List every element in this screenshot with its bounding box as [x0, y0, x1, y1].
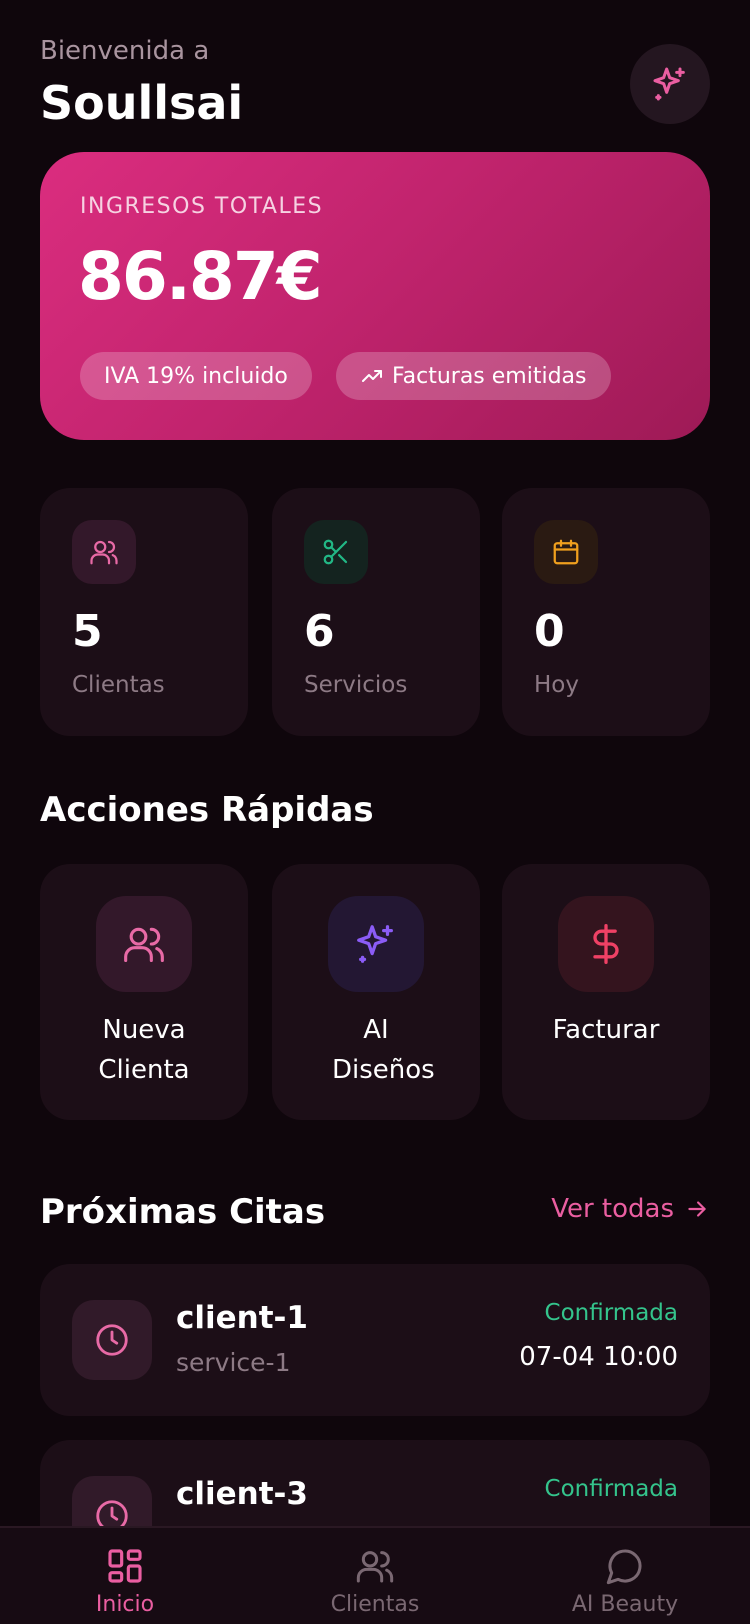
- sparkles-icon: [653, 67, 685, 101]
- users-icon: [90, 540, 118, 565]
- grid-icon: [108, 1549, 142, 1583]
- stat-icon-box: [304, 520, 368, 584]
- appointment-icon-box: [72, 1300, 152, 1380]
- nav-item-ai-beauty[interactable]: AI Beauty: [500, 1546, 750, 1617]
- nav-label: Inicio: [95, 1592, 155, 1617]
- scissors-icon: [323, 539, 348, 565]
- stat-label: Clientas: [72, 672, 165, 698]
- ai-sparkle-button[interactable]: [630, 44, 710, 124]
- nav-label: Clientas: [330, 1592, 420, 1617]
- brand-title: Soullsai: [40, 76, 244, 130]
- appointment-client: client-3: [176, 1476, 308, 1512]
- stat-value: 6: [304, 606, 335, 657]
- arrow-right-icon: [688, 1201, 706, 1217]
- stat-icon-box: [72, 520, 136, 584]
- new-client-action[interactable]: Nueva Clienta: [40, 864, 248, 1120]
- invoices-pill: Facturas emitidas: [336, 352, 611, 400]
- stat-value: 0: [534, 606, 565, 657]
- greeting-text: Bienvenida a: [40, 36, 210, 66]
- nav-item-home[interactable]: Inicio: [0, 1546, 250, 1617]
- action-label: Facturar: [552, 1015, 660, 1045]
- appointment-status: Confirmada: [544, 1476, 678, 1502]
- invoices-pill-label: Facturas emitidas: [392, 363, 587, 389]
- total-income-card: INGRESOS TOTALES 86.87€ IVA 19% incluido…: [40, 152, 710, 440]
- users-icon: [124, 927, 164, 963]
- stat-card-services[interactable]: 6 Servicios: [272, 488, 480, 736]
- trending-up-icon: [362, 370, 382, 382]
- invoice-action[interactable]: Facturar: [502, 864, 710, 1120]
- vat-pill-label: IVA 19% incluido: [104, 363, 288, 389]
- action-icon-box: [96, 896, 192, 992]
- income-label: INGRESOS TOTALES: [80, 194, 324, 219]
- stat-label: Servicios: [304, 672, 408, 698]
- appointment-status: Confirmada: [544, 1300, 678, 1326]
- stat-value: 5: [72, 606, 103, 657]
- appointments-title: Próximas Citas: [40, 1192, 326, 1232]
- action-icon-box: [558, 896, 654, 992]
- nav-item-clients[interactable]: Clientas: [250, 1546, 500, 1617]
- nav-label: AI Beauty: [571, 1592, 679, 1617]
- stat-card-clients[interactable]: 5 Clientas: [40, 488, 248, 736]
- stat-card-today[interactable]: 0 Hoy: [502, 488, 710, 736]
- home-screen: Bienvenida a Soullsai INGRESOS TOTALES 8…: [0, 0, 750, 1624]
- ai-designs-action[interactable]: AI Diseños: [272, 864, 480, 1120]
- clock-icon: [96, 1324, 128, 1356]
- bottom-nav: Inicio Clientas AI Beauty: [0, 1526, 750, 1624]
- appointment-service: service-1: [176, 1348, 291, 1377]
- calendar-icon: [553, 539, 579, 565]
- see-all-link[interactable]: Ver todas: [551, 1194, 710, 1224]
- vat-pill: IVA 19% incluido: [80, 352, 312, 400]
- quick-actions-title: Acciones Rápidas: [40, 790, 374, 830]
- chat-icon: [606, 1549, 642, 1585]
- action-label: AI Diseños: [332, 1015, 435, 1085]
- stat-icon-box: [534, 520, 598, 584]
- stat-label: Hoy: [534, 672, 579, 698]
- appointment-card[interactable]: client-1 service-1 Confirmada 07-04 10:0…: [40, 1264, 710, 1416]
- appointment-client: client-1: [176, 1300, 308, 1336]
- users-icon: [356, 1551, 394, 1583]
- dollar-icon: [593, 924, 619, 964]
- action-icon-box: [328, 896, 424, 992]
- appointment-time: 07-04 10:00: [519, 1342, 678, 1372]
- income-value: 86.87€: [78, 238, 323, 315]
- sparkles-icon: [357, 925, 393, 963]
- action-label: Nueva Clienta: [98, 1015, 190, 1085]
- see-all-label: Ver todas: [551, 1194, 674, 1224]
